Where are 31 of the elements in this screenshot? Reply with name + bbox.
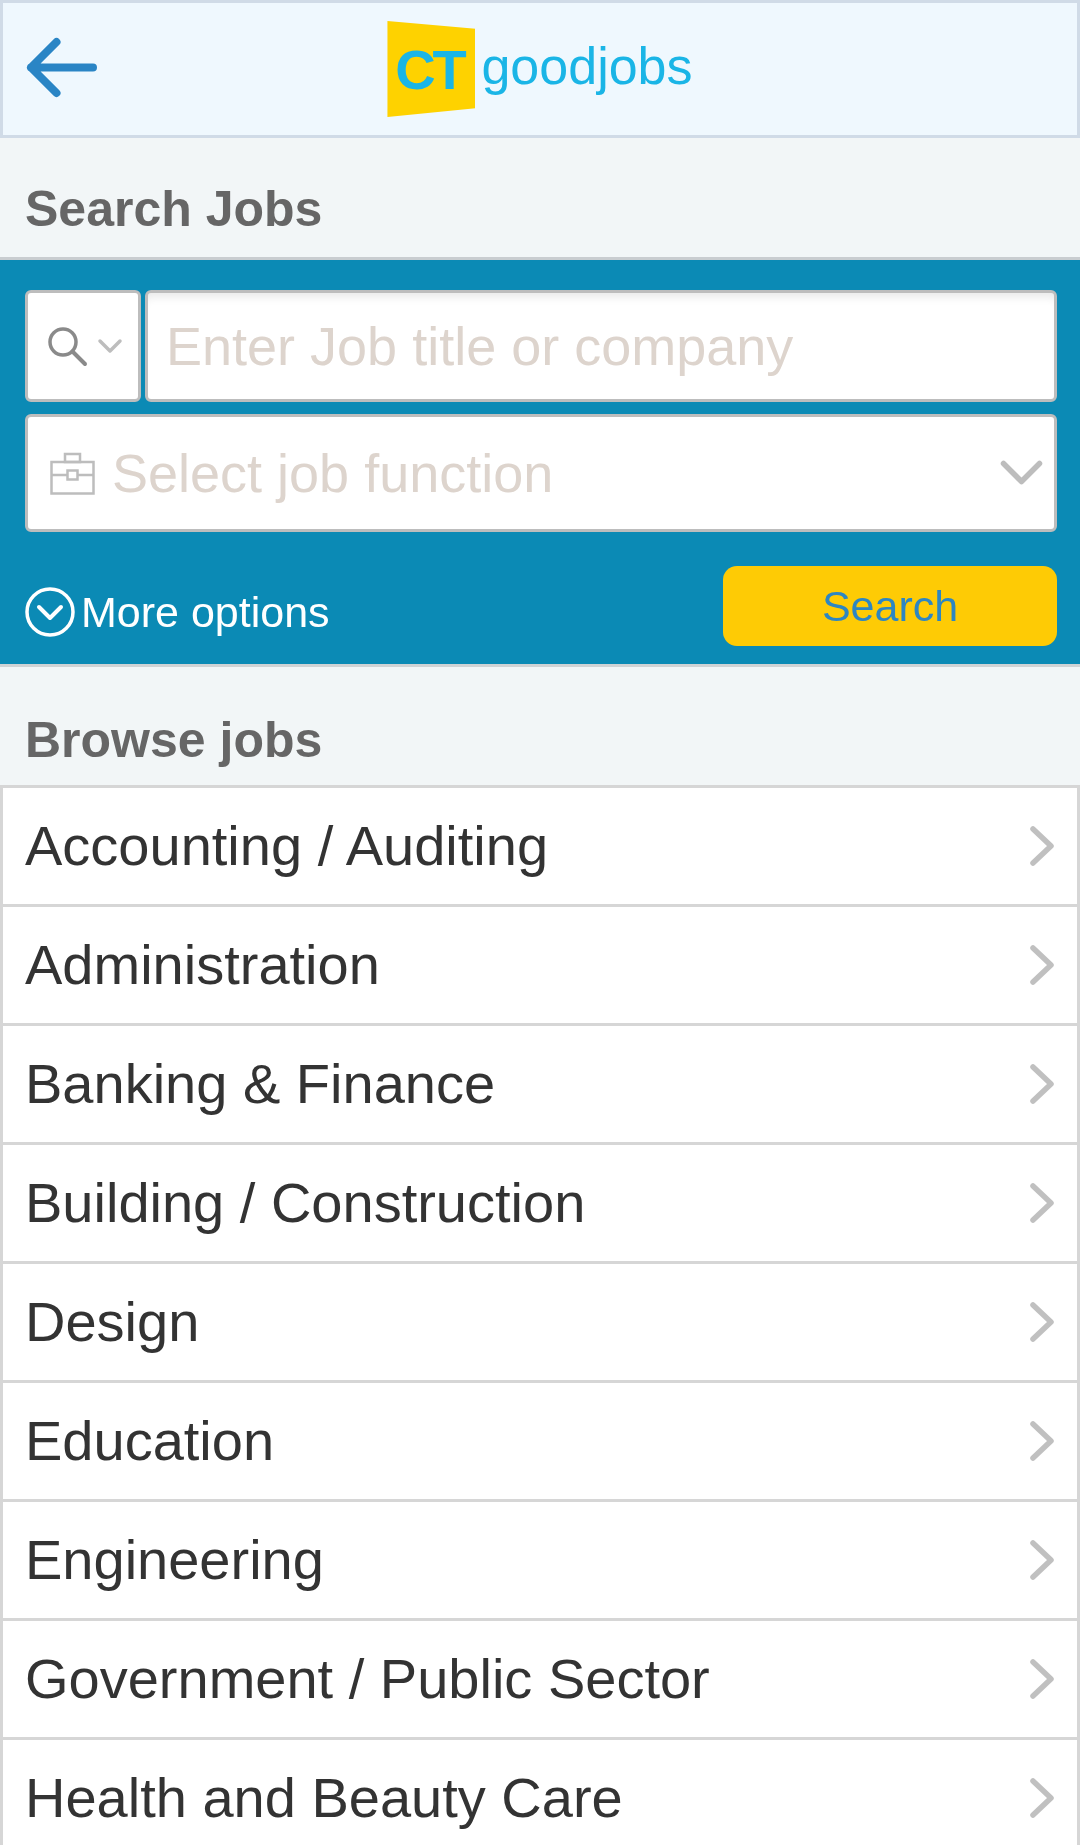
- briefcase-icon: [50, 451, 95, 495]
- job-category-item[interactable]: Accounting / Auditing: [0, 788, 1080, 907]
- job-category-item[interactable]: Health and Beauty Care: [0, 1740, 1080, 1845]
- job-category-item[interactable]: Government / Public Sector: [0, 1621, 1080, 1740]
- chevron-right-icon: [1029, 944, 1056, 986]
- more-options-button[interactable]: More options: [25, 587, 330, 637]
- section-title: Browse jobs: [25, 711, 323, 769]
- back-arrow-icon: [26, 36, 97, 98]
- circle-chevron-down-icon: [25, 587, 75, 637]
- chevron-right-icon: [1029, 1301, 1056, 1343]
- job-category-item[interactable]: Engineering: [0, 1502, 1080, 1621]
- chevron-down-icon: [1000, 460, 1043, 486]
- job-category-item[interactable]: Building / Construction: [0, 1145, 1080, 1264]
- chevron-right-icon: [1029, 1063, 1056, 1105]
- chevron-right-icon: [1029, 1182, 1056, 1224]
- chevron-right-icon: [1029, 1539, 1056, 1581]
- caret-down-icon: [97, 337, 123, 355]
- chevron-right-icon: [1029, 1777, 1056, 1819]
- job-category-item[interactable]: Administration: [0, 907, 1080, 1026]
- section-title: Search Jobs: [25, 180, 323, 238]
- search-icon: [47, 325, 88, 367]
- logo-wordmark: goodjobs: [481, 36, 693, 96]
- chevron-right-icon: [1029, 1420, 1056, 1462]
- job-category-item[interactable]: Education: [0, 1383, 1080, 1502]
- logo-badge: CT: [387, 21, 476, 117]
- back-button[interactable]: [26, 36, 97, 98]
- job-category-item[interactable]: Design: [0, 1264, 1080, 1383]
- search-type-dropdown[interactable]: [25, 290, 141, 402]
- chevron-right-icon: [1029, 825, 1056, 867]
- job-category-item[interactable]: Banking & Finance: [0, 1026, 1080, 1145]
- chevron-right-icon: [1029, 1658, 1056, 1700]
